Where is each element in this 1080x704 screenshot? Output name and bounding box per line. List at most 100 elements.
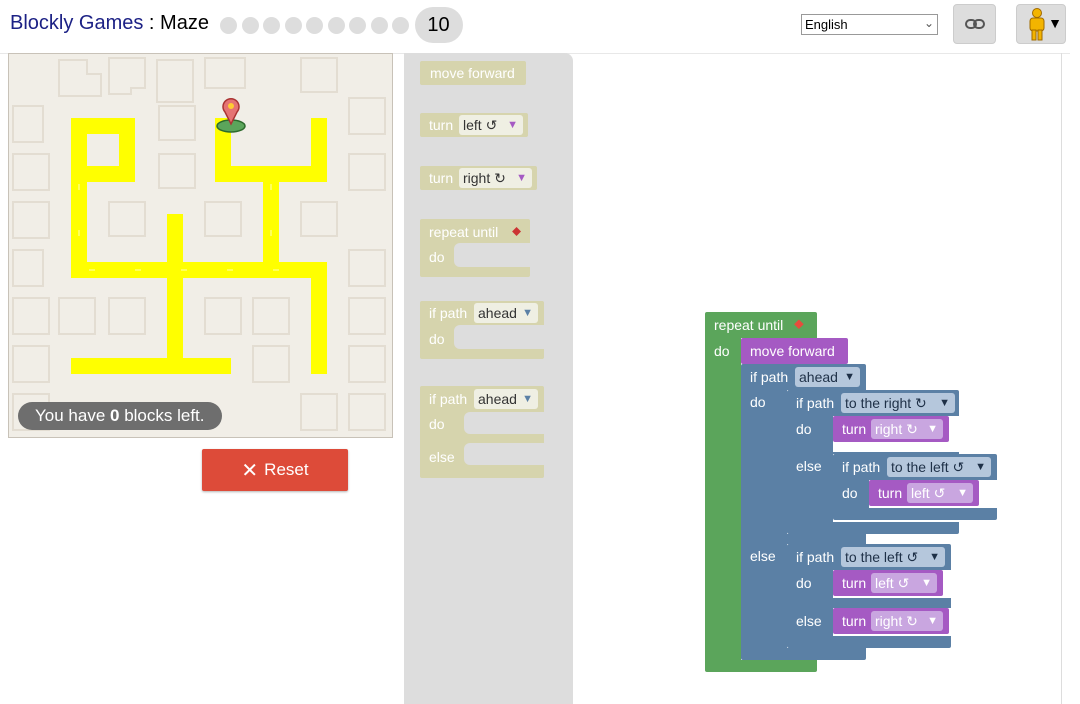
turn-direction-value: right ↻ [875,613,918,629]
map-marker-icon [216,97,246,133]
path-direction-value: ahead [799,369,838,385]
else-label: else [796,458,822,474]
title-separator: : [143,12,161,34]
move-forward-label: move forward [430,65,515,81]
turn-right-block[interactable]: turn right ↻ ▼ [833,416,949,442]
toolbox-turn-left-block[interactable]: turn left ↺ ▼ [420,113,528,137]
path-direction-dropdown[interactable]: ahead ▼ [474,303,538,323]
else-label: else [796,613,822,629]
toolbox-turn-right-block[interactable]: turn right ↻ ▼ [420,166,537,190]
path-direction-dropdown[interactable]: ahead ▼ [795,367,860,387]
path-direction-value: to the right ↻ [845,395,927,411]
link-icon [964,19,985,29]
link-button[interactable] [953,4,996,44]
path-direction-dropdown[interactable]: to the left ↺ ▼ [841,547,945,567]
toolbox-if-path-block[interactable]: if path ahead ▼ do [420,301,544,359]
turn-direction-value: right ↻ [875,421,918,437]
turn-label: turn [429,117,454,133]
if-path-label: if path [796,395,835,411]
level-5-dot[interactable] [306,16,323,34]
repeat-until-label: repeat until [714,317,784,333]
turn-direction-value: left ↺ [875,575,910,591]
maze-path [71,118,327,374]
game-name: Maze [160,12,209,34]
move-forward-label: move forward [750,343,835,359]
turn-direction-value: left ↺ [463,117,498,133]
turn-left-block[interactable]: turn left ↺ ▼ [869,480,979,506]
dropdown-arrow-icon: ▼ [844,371,855,383]
if-path-label: if path [429,305,468,321]
dropdown-arrow-icon: ▼ [929,551,940,563]
do-label: do [429,249,445,265]
blocks-left-bubble: You have 0 blocks left. [18,402,222,430]
dropdown-arrow-icon: ▼ [516,172,527,184]
if-path-label: if path [429,391,468,407]
current-level[interactable]: 10 [414,7,463,43]
maze-graphic [12,57,386,431]
if-path-label: if path [796,549,835,565]
level-2-dot[interactable] [241,16,259,34]
pegman-button[interactable]: ▼ [1016,4,1066,44]
toolbox-move-forward-block[interactable]: move forward [420,61,526,85]
toolbox-flyout: move forward turn left ↺ ▼ turn right ↻ ▼ … [404,53,573,704]
level-7-dot[interactable] [349,16,366,34]
else-label: else [429,449,455,465]
else-label: else [750,548,776,564]
map-marker-icon: ⬥ [512,223,522,238]
dropdown-arrow-icon: ▼ [957,487,968,499]
dropdown-arrow-icon: ▼ [921,577,932,589]
do-label: do [429,331,445,347]
toolbox-repeat-until-block[interactable]: repeat until ⬥ do [420,219,530,277]
path-markings [78,184,319,271]
chevron-down-icon: ⌄ [923,16,934,30]
path-direction-value: ahead [478,305,517,321]
blocks-left-suffix: blocks left. [119,406,205,425]
page-title: Blockly Games : Maze [10,12,209,35]
level-selector: 10 [220,7,463,43]
level-4-dot[interactable] [284,16,302,34]
level-6-dot[interactable] [327,16,345,34]
turn-right-block[interactable]: turn right ↻ ▼ [833,608,949,634]
level-9-dot[interactable] [392,16,409,34]
pegman-icon [1029,8,1045,41]
dropdown-arrow-icon: ▼ [507,119,518,131]
level-8-dot[interactable] [370,16,388,34]
turn-direction-value: left ↺ [911,485,946,501]
turn-label: turn [878,485,903,501]
dropdown-arrow-icon: ▼ [522,307,533,319]
dropdown-arrow-icon: ▼ [1048,15,1062,31]
level-1-dot[interactable] [220,16,237,34]
maze-board [8,53,393,438]
turn-direction-dropdown[interactable]: left ↺ ▼ [459,115,523,135]
turn-label: turn [842,421,867,437]
reset-button[interactable]: ✕ Reset [202,449,348,491]
do-label: do [429,416,445,432]
path-direction-value: ahead [478,391,517,407]
move-forward-block[interactable]: move forward [741,338,848,364]
toolbox-if-else-block[interactable]: if path ahead ▼ do else [420,386,544,478]
if-path-label: if path [750,369,789,385]
path-direction-value: to the left ↺ [891,459,965,475]
language-value: English [805,17,848,32]
level-3-dot[interactable] [263,16,280,34]
path-direction-dropdown[interactable]: to the left ↺ ▼ [887,457,991,477]
turn-left-block[interactable]: turn left ↺ ▼ [833,570,943,596]
turn-label: turn [842,575,867,591]
dropdown-arrow-icon: ▼ [927,615,938,627]
brand-link[interactable]: Blockly Games [10,12,143,34]
close-icon: ✕ [241,459,259,482]
path-direction-dropdown[interactable]: ahead ▼ [474,389,538,409]
turn-direction-dropdown[interactable]: right ↻ ▼ [459,168,532,188]
turn-direction-dropdown[interactable]: left ↺ ▼ [907,483,973,503]
turn-label: turn [842,613,867,629]
turn-direction-value: right ↻ [463,170,506,186]
path-direction-dropdown[interactable]: to the right ↻ ▼ [841,393,955,413]
dropdown-arrow-icon: ▼ [939,397,950,409]
turn-direction-dropdown[interactable]: left ↺ ▼ [871,573,937,593]
turn-direction-dropdown[interactable]: right ↻ ▼ [871,611,943,631]
turn-direction-dropdown[interactable]: right ↻ ▼ [871,419,943,439]
if-path-label: if path [842,459,881,475]
do-label: do [796,421,812,437]
do-label: do [750,394,766,410]
language-select[interactable]: English ⌄ [801,14,938,35]
